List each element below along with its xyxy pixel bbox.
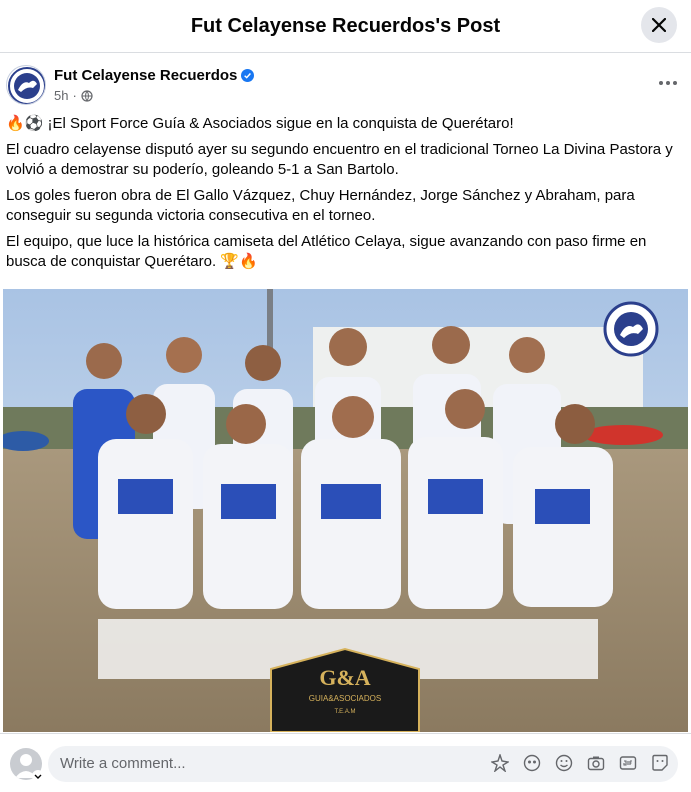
post-paragraph: El equipo, que luce la histórica camiset… <box>6 233 647 270</box>
dialog-title: Fut Celayense Recuerdos's Post <box>190 14 501 37</box>
post-options-button[interactable] <box>656 71 680 95</box>
svg-text:T.E.A.M: T.E.A.M <box>334 709 355 715</box>
team-photo: G&A GUIA&ASOCIADOS T.E.A.M <box>3 289 688 732</box>
avatar-sticker-icon <box>523 754 541 772</box>
svg-text:GUIA&ASOCIADOS: GUIA&ASOCIADOS <box>309 694 381 703</box>
svg-text:G&A: G&A <box>319 665 370 690</box>
post-paragraph: El cuadro celayense disputó ayer su segu… <box>6 141 673 178</box>
gif-button[interactable] <box>618 753 638 773</box>
page-avatar[interactable] <box>6 65 46 105</box>
avatar-sticker-button[interactable] <box>522 753 542 773</box>
gif-icon <box>619 756 637 770</box>
club-badge-icon <box>603 301 659 357</box>
camera-button[interactable] <box>586 753 606 773</box>
comment-placeholder: Write a comment... <box>60 755 186 772</box>
sticker-smile-icon <box>652 754 668 771</box>
camera-icon <box>587 756 605 771</box>
author-name[interactable]: Fut Celayense Recuerdos <box>54 67 237 84</box>
post-dialog-header: Fut Celayense Recuerdos's Post <box>0 0 691 53</box>
close-button[interactable] <box>641 7 677 43</box>
author-row: Fut Celayense Recuerdos <box>54 67 255 84</box>
more-icon <box>659 81 663 85</box>
sticker-button[interactable] <box>490 753 510 773</box>
post-paragraph: 🔥⚽ ¡El Sport Force Guía & Asociados sigu… <box>6 115 514 132</box>
close-icon <box>652 18 666 32</box>
post-time[interactable]: 5h <box>54 88 68 103</box>
post-paragraph: Los goles fueron obra de El Gallo Vázque… <box>6 187 635 224</box>
verified-icon <box>241 69 255 82</box>
club-logo-icon <box>8 67 45 104</box>
post-photo[interactable]: G&A GUIA&ASOCIADOS T.E.A.M <box>3 289 688 732</box>
chevron-down-icon[interactable] <box>32 770 44 782</box>
post-body: 🔥⚽ ¡El Sport Force Guía & Asociados sigu… <box>6 114 682 278</box>
post-header: Fut Celayense Recuerdos 5h · <box>6 65 686 109</box>
globe-icon <box>81 89 93 102</box>
emoji-icon <box>555 754 573 772</box>
sticker-icon <box>491 754 509 772</box>
comment-input[interactable]: Write a comment... <box>48 746 678 782</box>
sticker-smile-button[interactable] <box>650 753 670 773</box>
emoji-button[interactable] <box>554 753 574 773</box>
comment-bar: Write a comment... <box>0 733 691 792</box>
post-meta: 5h · <box>54 88 93 103</box>
comment-actions <box>490 753 670 773</box>
